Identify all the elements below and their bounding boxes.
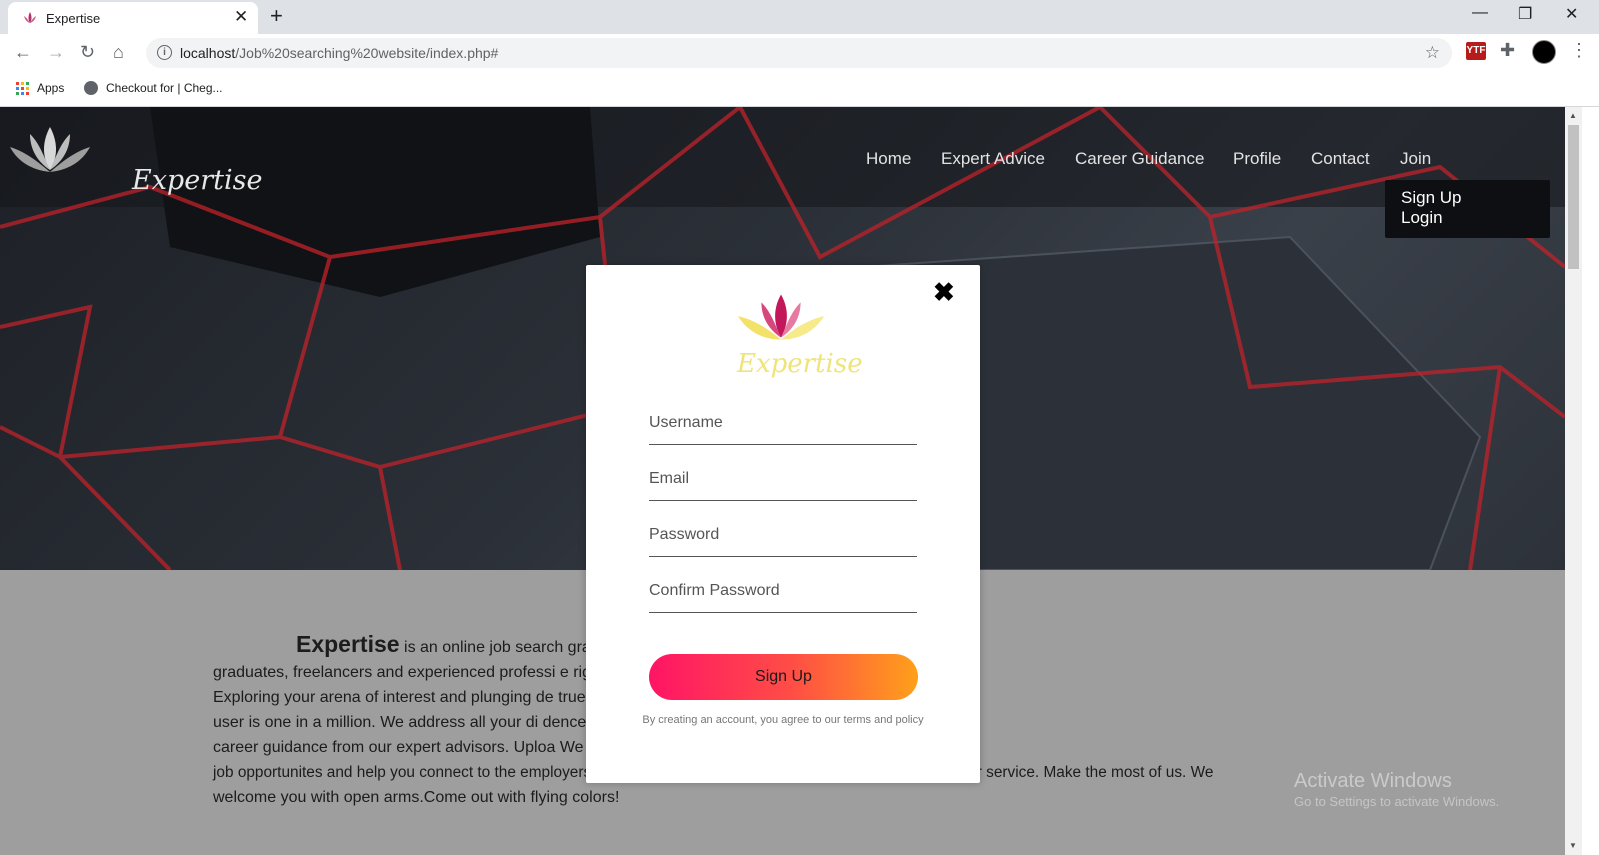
browser-tabstrip: Expertise ✕ + — ❐ ✕ — [0, 0, 1599, 34]
lotus-favicon-icon — [24, 12, 36, 23]
reload-icon[interactable]: ↻ — [80, 42, 95, 63]
site-logo-text[interactable]: Expertise — [132, 165, 262, 196]
extension-ytf-icon[interactable]: YTF — [1466, 42, 1486, 60]
nav-join[interactable]: Join — [1400, 149, 1431, 169]
bookmark-star-icon[interactable]: ☆ — [1425, 43, 1440, 63]
home-icon[interactable]: ⌂ — [113, 42, 124, 63]
scroll-up-icon[interactable]: ▲ — [1569, 111, 1577, 120]
expertise-lotus-logo-icon — [10, 127, 90, 172]
address-bar[interactable]: i localhost/Job%20searching%20website/in… — [146, 38, 1452, 68]
extensions-puzzle-icon[interactable]: ✚ — [1500, 40, 1515, 61]
signup-button[interactable]: Sign Up — [649, 654, 918, 700]
email-input[interactable] — [649, 457, 917, 501]
about-brand: Expertise — [296, 631, 400, 657]
restore-icon[interactable]: ❐ — [1518, 4, 1532, 24]
username-input[interactable] — [649, 401, 917, 445]
bookmark-label: Checkout for | Cheg... — [106, 81, 223, 95]
globe-icon — [84, 81, 98, 95]
forward-icon[interactable]: → — [47, 42, 65, 63]
bookmark-label: Apps — [37, 81, 65, 95]
tab-close-icon[interactable]: ✕ — [234, 7, 248, 27]
expertise-lotus-logo-icon — [737, 294, 825, 340]
about-line: welcome you with open arms.Come out with… — [213, 789, 620, 806]
signup-modal: ✖ Expertise Sign Up By creating an accou… — [586, 265, 980, 783]
bookmark-chegg[interactable]: Checkout for | Cheg... — [84, 81, 223, 95]
dropdown-signup[interactable]: Sign Up — [1401, 188, 1461, 208]
bookmarks-bar: Apps Checkout for | Cheg... — [0, 72, 1599, 107]
nav-contact[interactable]: Contact — [1311, 149, 1370, 169]
nav-profile[interactable]: Profile — [1233, 149, 1281, 169]
windows-watermark-sub: Go to Settings to activate Windows. — [1294, 794, 1500, 809]
minimize-icon[interactable]: — — [1472, 4, 1488, 22]
confirm-password-input[interactable] — [649, 569, 917, 613]
nav-home[interactable]: Home — [866, 149, 911, 169]
new-tab-icon[interactable]: + — [270, 3, 283, 29]
url-text[interactable]: localhost/Job%20searching%20website/inde… — [180, 45, 498, 61]
password-input[interactable] — [649, 513, 917, 557]
tab-title: Expertise — [46, 11, 101, 26]
info-icon[interactable]: i — [157, 45, 172, 60]
browser-toolbar: ← → ↻ ⌂ i localhost/Job%20searching%20we… — [0, 34, 1599, 72]
browser-tab[interactable]: Expertise ✕ — [8, 2, 258, 34]
dropdown-login[interactable]: Login — [1401, 208, 1443, 228]
window-close-icon[interactable]: ✕ — [1565, 4, 1578, 24]
join-dropdown: Sign Up Login — [1385, 180, 1550, 238]
apps-grid-icon — [16, 81, 29, 95]
bookmark-apps[interactable]: Apps — [16, 81, 64, 95]
scroll-down-icon[interactable]: ▼ — [1569, 841, 1577, 850]
page-scrollbar[interactable]: ▲ ▼ — [1565, 107, 1582, 855]
terms-text: By creating an account, you agree to our… — [642, 714, 924, 726]
nav-career-guidance[interactable]: Career Guidance — [1075, 149, 1204, 169]
nav-expert-advice[interactable]: Expert Advice — [941, 149, 1045, 169]
windows-watermark: Activate Windows — [1294, 770, 1452, 792]
scroll-thumb[interactable] — [1568, 125, 1579, 269]
modal-logo-text: Expertise — [737, 349, 863, 379]
kebab-menu-icon[interactable]: ⋮ — [1570, 40, 1588, 61]
back-icon[interactable]: ← — [14, 42, 32, 63]
modal-close-icon[interactable]: ✖ — [933, 277, 955, 308]
profile-avatar-icon[interactable] — [1532, 40, 1556, 64]
